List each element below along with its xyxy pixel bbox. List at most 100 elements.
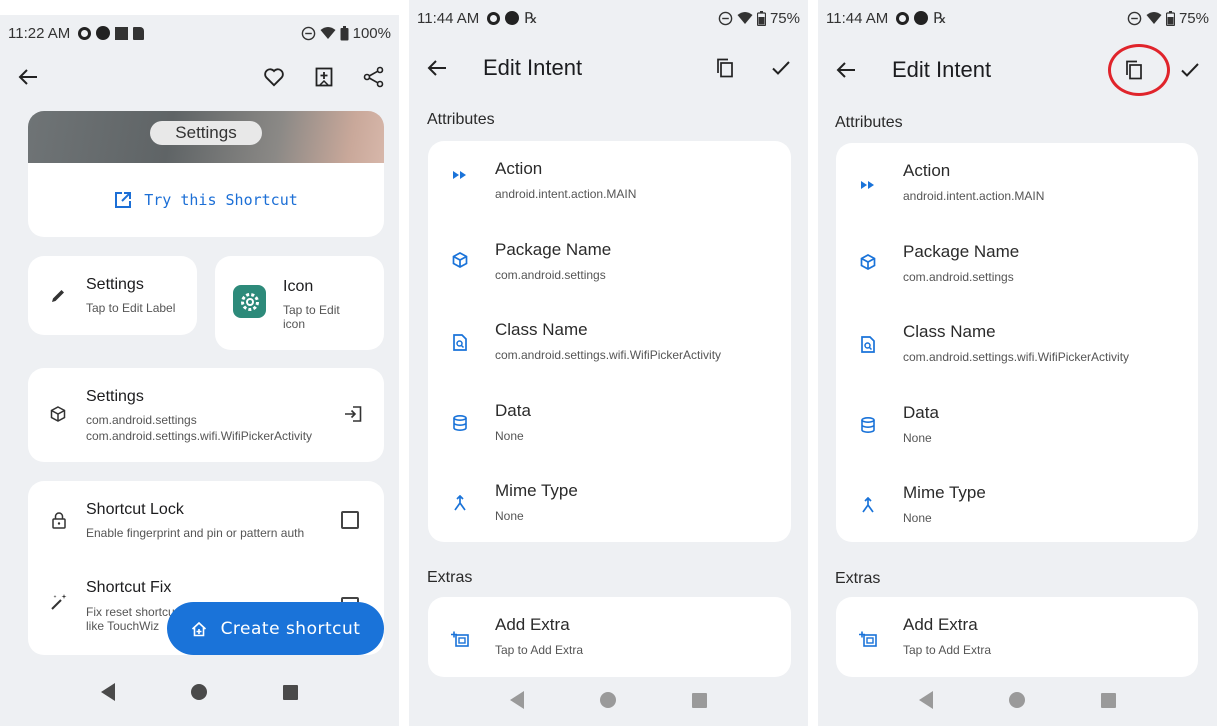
attribute-row-data[interactable]: Data None: [428, 383, 791, 463]
attribute-value: None: [903, 431, 932, 445]
extras-header: Extras: [427, 569, 473, 586]
attribute-label: Data: [903, 403, 939, 422]
intent-package: com.android.settings: [86, 413, 197, 427]
attribute-label: Class Name: [495, 320, 588, 339]
try-shortcut-button[interactable]: Try this Shortcut: [28, 163, 384, 237]
add-extra-subtitle: Tap to Add Extra: [903, 643, 992, 657]
back-button[interactable]: [12, 61, 44, 93]
battery-icon: [1165, 10, 1175, 26]
notification-icon: [896, 11, 910, 25]
home-add-icon: [191, 621, 206, 636]
attribute-row-class[interactable]: Class Name com.android.settings.wifi.Wif…: [836, 304, 1198, 384]
add-extra-label: Add Extra: [903, 615, 978, 634]
notification-icon: [96, 26, 111, 40]
merge-icon: [862, 497, 874, 513]
copy-icon: [717, 58, 733, 78]
attribute-value: None: [495, 509, 524, 523]
attribute-row-package[interactable]: Package Name com.android.settings: [836, 224, 1198, 304]
check-icon: [1181, 63, 1199, 77]
attribute-label: Action: [903, 161, 951, 180]
edit-icon-card[interactable]: Icon Tap to Edit icon: [215, 256, 384, 350]
create-shortcut-button[interactable]: Create shortcut: [167, 602, 384, 655]
edit-label-card[interactable]: Settings Tap to Edit Label: [28, 256, 197, 335]
dnd-icon: [301, 26, 315, 40]
notification-icon: [487, 11, 501, 25]
share-button[interactable]: [359, 62, 389, 92]
find-in-page-icon: [861, 335, 875, 353]
back-button[interactable]: [830, 54, 862, 86]
prescription-icon: ℞: [524, 9, 538, 27]
attribute-row-data[interactable]: Data None: [836, 385, 1198, 465]
shortcut-editor-screen: 11:22 AM 100% Settings Try this Shortcut…: [0, 15, 399, 726]
nav-recents-button[interactable]: [283, 684, 298, 700]
nav-home-button[interactable]: [191, 684, 207, 700]
fast-forward-icon: [453, 171, 466, 179]
copy-button[interactable]: [710, 53, 740, 83]
add-extra-row[interactable]: Add Extra Tap to Add Extra: [836, 597, 1198, 677]
database-icon: [453, 415, 467, 431]
nav-recents-button[interactable]: [692, 692, 707, 708]
arrow-back-icon: [18, 69, 37, 85]
merge-icon: [454, 495, 466, 511]
back-button[interactable]: [421, 52, 453, 84]
attributes-header: Attributes: [835, 114, 903, 131]
attribute-value: None: [903, 511, 932, 525]
create-shortcut-label: Create shortcut: [220, 618, 361, 639]
add-extra-card[interactable]: Add Extra Tap to Add Extra: [836, 597, 1198, 677]
lock-title: Shortcut Lock: [86, 501, 184, 518]
lock-checkbox[interactable]: [341, 511, 359, 529]
settings-app-icon: [233, 285, 266, 318]
find-in-page-icon: [453, 333, 467, 351]
nav-recents-button[interactable]: [1101, 692, 1116, 708]
add-extra-row[interactable]: Add Extra Tap to Add Extra: [428, 597, 791, 677]
add-extra-subtitle: Tap to Add Extra: [495, 643, 584, 657]
add-to-home-button[interactable]: [309, 62, 339, 92]
status-time: 11:44 AM: [826, 9, 889, 27]
intent-card[interactable]: Settings com.android.settings com.androi…: [28, 368, 384, 462]
intent-title: Settings: [86, 388, 144, 405]
attribute-label: Mime Type: [903, 483, 986, 502]
arrow-back-icon: [427, 60, 446, 76]
notification-icon: [115, 26, 129, 40]
notification-icon: [505, 11, 520, 25]
shortcut-preview-banner: Settings: [28, 111, 384, 163]
battery-icon: [756, 10, 766, 26]
attribute-row-action[interactable]: Action android.intent.action.MAIN: [836, 143, 1198, 223]
attribute-label: Action: [495, 159, 543, 178]
fix-title: Shortcut Fix: [86, 579, 172, 596]
attributes-header: Attributes: [427, 111, 495, 128]
edit-intent-screen: 11:44 AM ℞ 75% Edit Intent Attributes Ac…: [409, 0, 808, 726]
add-extra-label: Add Extra: [495, 615, 570, 634]
navigation-bar: [818, 674, 1217, 726]
nav-back-button[interactable]: [919, 691, 933, 709]
open-in-new-icon: [115, 192, 132, 208]
attribute-row-mime[interactable]: Mime Type None: [836, 465, 1198, 545]
attribute-row-mime[interactable]: Mime Type None: [428, 463, 791, 543]
package-icon: [452, 252, 468, 268]
attribute-value: com.android.settings.wifi.WifiPickerActi…: [903, 350, 1130, 364]
attribute-label: Package Name: [495, 240, 612, 259]
extras-header: Extras: [835, 570, 881, 587]
confirm-button[interactable]: [766, 53, 796, 83]
prescription-icon: ℞: [933, 9, 947, 27]
confirm-button[interactable]: [1175, 55, 1205, 85]
favorite-button[interactable]: [259, 62, 289, 92]
add-extra-card[interactable]: Add Extra Tap to Add Extra: [428, 597, 791, 677]
attribute-row-class[interactable]: Class Name com.android.settings.wifi.Wif…: [428, 302, 791, 382]
nav-back-button[interactable]: [101, 683, 115, 701]
nav-home-button[interactable]: [1009, 692, 1025, 708]
attribute-value: android.intent.action.MAIN: [903, 189, 1045, 203]
package-icon: [50, 406, 66, 422]
nav-home-button[interactable]: [600, 692, 616, 708]
intent-class: com.android.settings.wifi.WifiPickerActi…: [86, 429, 313, 443]
status-time: 11:22 AM: [8, 24, 71, 42]
arrow-back-icon: [836, 62, 855, 78]
nav-back-button[interactable]: [510, 691, 524, 709]
attribute-row-action[interactable]: Action android.intent.action.MAIN: [428, 141, 791, 221]
attributes-card: Action android.intent.action.MAIN Packag…: [428, 141, 791, 542]
attribute-row-package[interactable]: Package Name com.android.settings: [428, 222, 791, 302]
icon-card-subtitle: Tap to Edit icon: [283, 303, 340, 331]
battery-percent: 75%: [769, 9, 800, 27]
notification-icon: [78, 26, 92, 40]
app-bar: Edit Intent: [409, 40, 808, 96]
